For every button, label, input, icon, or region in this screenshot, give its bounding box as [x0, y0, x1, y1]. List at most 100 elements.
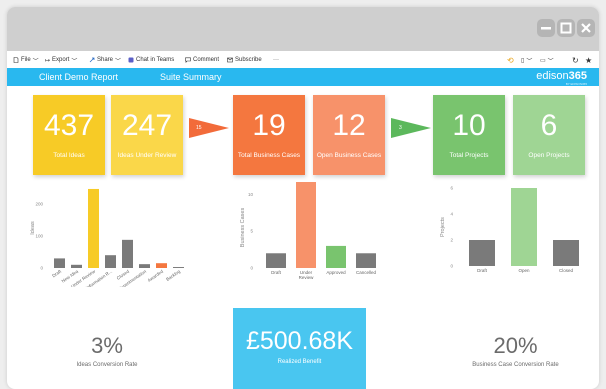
y-tick-label: 0	[250, 266, 253, 271]
ideas-to-cases-count: 15	[196, 125, 202, 131]
tile-open-projects: 6 Open Projects	[513, 95, 585, 175]
chat-in-teams-button[interactable]: Chat in Teams	[128, 55, 174, 65]
ideas-by-status-chart: 0100200IdeasDraftNew IdeaUnder ReviewMor…	[30, 188, 184, 287]
more-options-button[interactable]: ···	[273, 55, 279, 65]
business-case-conversion-kpi: 20% Business Case Conversion Rate	[453, 333, 578, 368]
bar	[88, 188, 99, 268]
chevron-down-icon: ﹀	[526, 58, 533, 65]
chevron-down-icon: ﹀	[547, 58, 554, 65]
tile-label: Open Projects	[528, 152, 570, 159]
bar	[139, 264, 150, 268]
share-label: Share	[97, 57, 114, 63]
tile-open-business-cases: 12 Open Business Cases	[313, 95, 385, 175]
x-tick-label: Review	[299, 275, 315, 280]
comment-label: Comment	[193, 57, 220, 63]
y-tick-label: 0	[450, 264, 453, 269]
y-tick-label: 4	[450, 212, 453, 217]
minimize-icon	[541, 27, 551, 30]
tab-suite-summary[interactable]: Suite Summary	[160, 72, 222, 82]
x-tick-label: Draft	[51, 268, 62, 278]
bar	[156, 263, 167, 268]
tile-total-projects: 10 Total Projects	[433, 95, 505, 175]
chat-label: Chat in Teams	[136, 57, 175, 63]
toolbar: File ﹀ ↦ Export ﹀ Share ﹀ Chat in Teams …	[7, 51, 599, 68]
file-menu[interactable]: File ﹀	[13, 55, 39, 65]
bookmark-icon: ▯	[521, 57, 525, 64]
tile-value: 12	[332, 109, 366, 142]
brand-name: edison	[536, 70, 569, 82]
reset-button[interactable]: ⟲	[507, 55, 514, 65]
title-bar	[7, 7, 599, 51]
x-tick-label: Draft	[477, 268, 488, 273]
tile-value: 10	[452, 109, 486, 142]
brand-logo: edison365 BY EDISON365	[536, 70, 587, 86]
chevron-down-icon: ﹀	[71, 58, 78, 65]
file-icon	[13, 57, 19, 63]
bar	[356, 253, 376, 268]
subscribe-label: Subscribe	[235, 57, 262, 63]
brand-tagline: BY EDISON365	[565, 82, 587, 86]
ideas-conversion-label: Ideas Conversion Rate	[76, 362, 138, 368]
x-tick-label: Cancelled	[356, 270, 377, 275]
reset-icon: ⟲	[507, 55, 514, 65]
view-menu[interactable]: ▭ ﹀	[540, 55, 554, 65]
mail-icon	[227, 57, 233, 63]
bar	[326, 245, 346, 268]
cases-to-projects-arrow	[391, 118, 431, 138]
x-tick-label: Awarded	[147, 268, 165, 283]
comment-icon	[185, 57, 191, 63]
chevron-down-icon: ﹀	[115, 58, 122, 65]
export-label: Export	[52, 57, 70, 63]
export-menu[interactable]: ↦ Export ﹀	[45, 55, 77, 65]
realized-benefit-value: £500.68K	[245, 327, 354, 355]
refresh-icon: ↻	[572, 55, 579, 65]
share-menu[interactable]: Share ﹀	[89, 55, 121, 65]
brand-number: 365	[568, 70, 587, 82]
y-tick-label: 6	[450, 186, 453, 191]
minimize-button[interactable]	[537, 19, 555, 37]
report-window: File ﹀ ↦ Export ﹀ Share ﹀ Chat in Teams …	[7, 7, 599, 389]
bookmark-menu[interactable]: ▯ ﹀	[521, 55, 532, 65]
refresh-button[interactable]: ↻	[572, 55, 579, 65]
bar	[511, 188, 537, 266]
tile-value: 6	[540, 109, 558, 142]
bar	[122, 239, 133, 268]
comment-button[interactable]: Comment	[185, 55, 219, 65]
tile-total-ideas: 437 Total Ideas	[33, 95, 105, 175]
tile-label: Total Ideas	[53, 152, 85, 159]
file-label: File	[21, 57, 31, 63]
bar	[469, 240, 495, 266]
tab-client-demo-report[interactable]: Client Demo Report	[39, 72, 118, 82]
star-icon: ★	[585, 55, 593, 65]
bar	[71, 264, 82, 268]
y-tick-label: 5	[250, 229, 253, 234]
x-tick-label: Closed	[559, 268, 574, 273]
y-tick-label: 0	[40, 266, 43, 271]
x-tick-label: Draft	[271, 270, 282, 275]
realized-benefit-tile: £500.68K Realized Benefit	[233, 308, 366, 389]
cases-to-projects-count: 3	[399, 125, 402, 131]
subscribe-button[interactable]: Subscribe	[227, 55, 262, 65]
view-icon: ▭	[540, 57, 546, 64]
y-axis-label: Ideas	[30, 221, 36, 235]
bar	[105, 255, 116, 268]
ideas-conversion-value: 3%	[91, 333, 123, 358]
close-icon	[581, 23, 591, 33]
maximize-icon	[560, 22, 572, 34]
ideas-to-cases-arrow	[189, 118, 229, 138]
bar	[173, 267, 184, 268]
maximize-button[interactable]	[557, 19, 575, 37]
close-button[interactable]	[577, 19, 595, 37]
teams-icon	[128, 57, 134, 63]
report-header: Client Demo Report Suite Summary edison3…	[7, 68, 599, 86]
x-tick-label: Open	[518, 268, 530, 273]
x-tick-label: Approved	[326, 270, 346, 275]
realized-benefit-label: Realized Benefit	[277, 359, 322, 365]
bar	[54, 258, 65, 268]
bar	[266, 253, 286, 268]
tile-label: Ideas Under Review	[117, 152, 177, 159]
favorite-button[interactable]: ★	[585, 55, 592, 65]
y-tick-label: 2	[450, 238, 453, 243]
x-tick-label: Backlog	[165, 268, 181, 282]
projects-by-status-chart: 0 2 4 6 Projects Draft Open Closed	[440, 186, 579, 273]
